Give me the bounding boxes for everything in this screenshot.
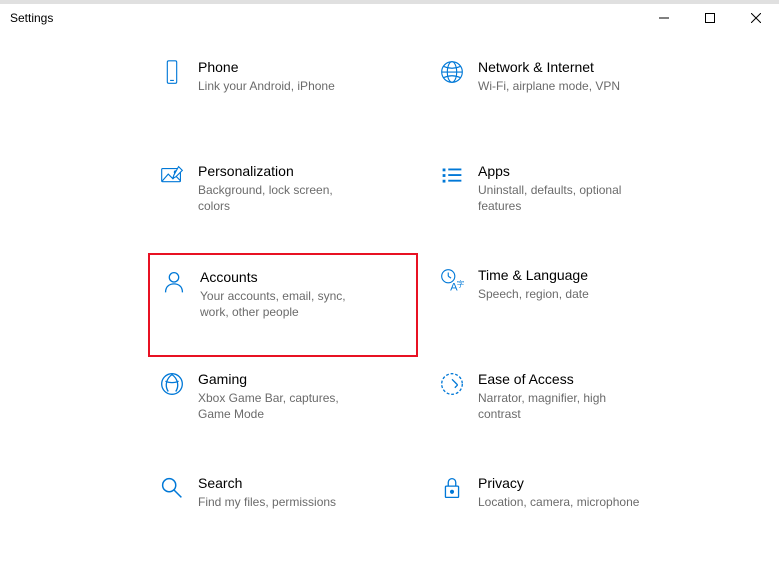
tile-subtitle: Your accounts, email, sync, work, other … [200,288,370,320]
tile-text: Personalization Background, lock screen,… [198,159,376,214]
network-icon [432,55,472,89]
settings-grid: Phone Link your Android, iPhone Network … [148,45,698,565]
window-controls [641,4,779,32]
tile-text: Network & Internet Wi-Fi, airplane mode,… [478,55,628,94]
tile-search[interactable]: Search Find my files, permissions [148,461,418,565]
tile-subtitle: Link your Android, iPhone [198,78,335,94]
tile-personalization[interactable]: Personalization Background, lock screen,… [148,149,418,253]
tile-title: Phone [198,58,335,76]
tile-text: Search Find my files, permissions [198,471,344,510]
tile-title: Gaming [198,370,368,388]
tile-subtitle: Xbox Game Bar, captures, Game Mode [198,390,368,422]
tile-subtitle: Wi-Fi, airplane mode, VPN [478,78,620,94]
tile-text: Accounts Your accounts, email, sync, wor… [200,265,378,320]
tile-subtitle: Speech, region, date [478,286,589,302]
tile-subtitle: Find my files, permissions [198,494,336,510]
content-area: Phone Link your Android, iPhone Network … [0,32,779,546]
tile-text: Apps Uninstall, defaults, optional featu… [478,159,656,214]
close-button[interactable] [733,4,779,32]
maximize-icon [705,13,715,23]
tile-title: Personalization [198,162,368,180]
tile-title: Network & Internet [478,58,620,76]
tile-time[interactable]: A字 Time & Language Speech, region, date [428,253,698,357]
tile-subtitle: Background, lock screen, colors [198,182,368,214]
tile-text: Phone Link your Android, iPhone [198,55,343,94]
maximize-button[interactable] [687,4,733,32]
tile-phone[interactable]: Phone Link your Android, iPhone [148,45,418,149]
tile-title: Accounts [200,268,370,286]
minimize-button[interactable] [641,4,687,32]
accounts-icon [154,265,194,299]
tile-subtitle: Narrator, magnifier, high contrast [478,390,648,422]
tile-text: Ease of Access Narrator, magnifier, high… [478,367,656,422]
tile-text: Time & Language Speech, region, date [478,263,597,302]
svg-text:字: 字 [457,279,465,289]
tile-title: Ease of Access [478,370,648,388]
tile-subtitle: Uninstall, defaults, optional features [478,182,648,214]
tile-title: Time & Language [478,266,589,284]
window-title: Settings [10,11,53,25]
tile-title: Privacy [478,474,639,492]
gaming-icon [152,367,192,401]
tile-title: Apps [478,162,648,180]
close-icon [751,13,761,23]
tile-text: Privacy Location, camera, microphone [478,471,647,510]
tile-ease[interactable]: Ease of Access Narrator, magnifier, high… [428,357,698,461]
privacy-icon [432,471,472,505]
tile-accounts[interactable]: Accounts Your accounts, email, sync, wor… [148,253,418,357]
minimize-icon [659,13,669,23]
tile-text: Gaming Xbox Game Bar, captures, Game Mod… [198,367,376,422]
time-icon: A字 [432,263,472,297]
personalization-icon [152,159,192,193]
search-icon [152,471,192,505]
ease-icon [432,367,472,401]
titlebar: Settings [0,4,779,32]
tile-network[interactable]: Network & Internet Wi-Fi, airplane mode,… [428,45,698,149]
tile-subtitle: Location, camera, microphone [478,494,639,510]
tile-gaming[interactable]: Gaming Xbox Game Bar, captures, Game Mod… [148,357,418,461]
tile-title: Search [198,474,336,492]
phone-icon [152,55,192,89]
tile-privacy[interactable]: Privacy Location, camera, microphone [428,461,698,565]
tile-apps[interactable]: Apps Uninstall, defaults, optional featu… [428,149,698,253]
apps-icon [432,159,472,193]
